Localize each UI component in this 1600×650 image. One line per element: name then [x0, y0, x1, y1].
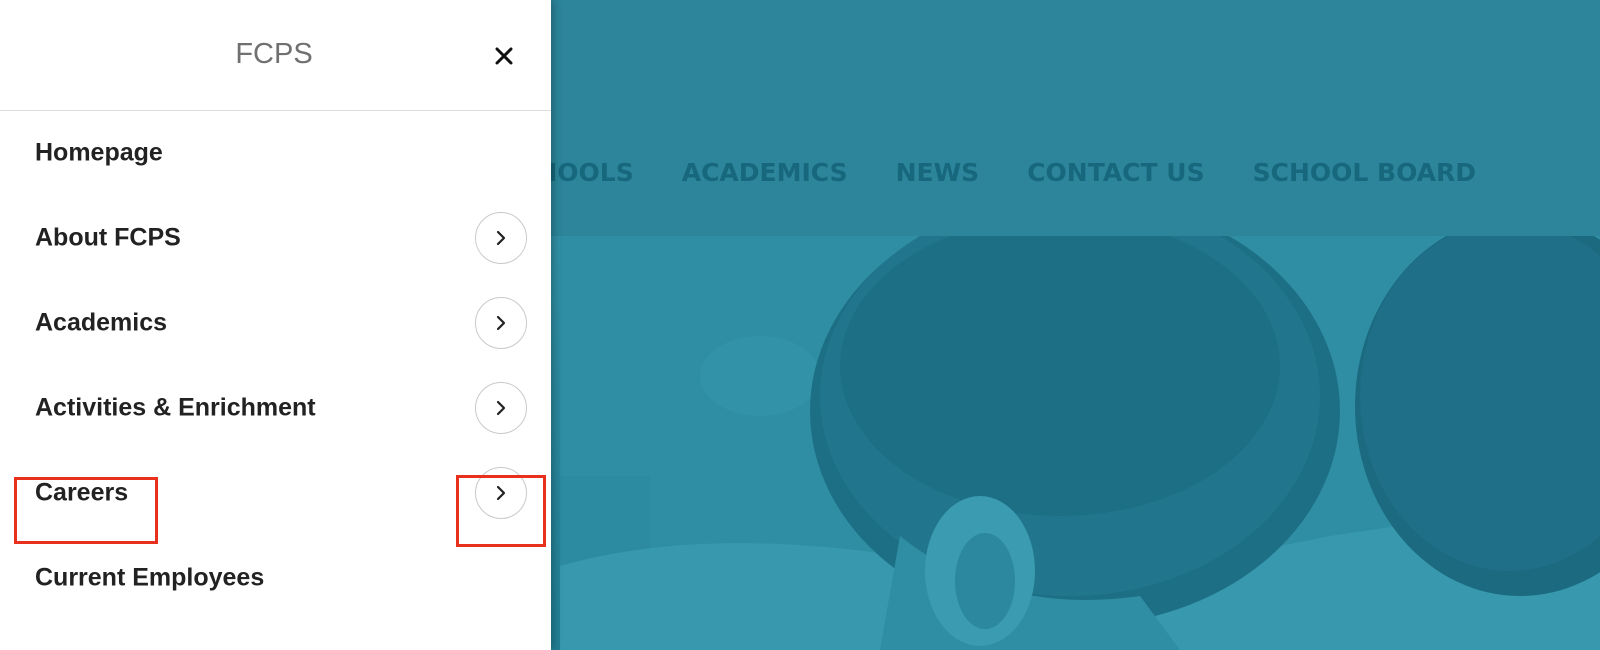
chevron-right-icon	[496, 315, 506, 330]
menu-item-careers[interactable]: Careers	[0, 450, 551, 535]
menu-item-label[interactable]: Activities & Enrichment	[35, 393, 316, 422]
menu-item-about-fcps[interactable]: About FCPS	[0, 195, 551, 280]
expand-careers-button[interactable]	[475, 466, 527, 519]
side-menu-drawer: FCPS Homepage About FCPS Academics Activ…	[0, 0, 551, 650]
expand-academics-button[interactable]	[475, 296, 527, 349]
menu-item-label[interactable]: Current Employees	[35, 563, 264, 592]
menu-item-current-employees[interactable]: Current Employees	[0, 535, 551, 620]
menu-item-homepage[interactable]: Homepage	[0, 110, 551, 195]
nav-link-school-board[interactable]: SCHOOL BOARD	[1253, 158, 1476, 187]
drawer-menu: Homepage About FCPS Academics Activities…	[0, 110, 551, 620]
chevron-right-icon	[496, 400, 506, 415]
menu-item-academics[interactable]: Academics	[0, 280, 551, 365]
close-button[interactable]	[488, 40, 520, 72]
nav-link-contact-us[interactable]: CONTACT US	[1027, 158, 1204, 187]
nav-link-academics[interactable]: ACADEMICS	[682, 158, 848, 187]
drawer-title: FCPS	[235, 38, 313, 70]
chevron-right-icon	[496, 485, 506, 500]
menu-item-label[interactable]: Careers	[35, 478, 128, 507]
menu-item-label[interactable]: About FCPS	[35, 223, 181, 252]
chevron-right-icon	[496, 230, 506, 245]
menu-item-label[interactable]: Academics	[35, 308, 167, 337]
nav-link-news[interactable]: NEWS	[896, 158, 980, 187]
drawer-header: FCPS	[0, 0, 551, 111]
expand-activities-enrichment-button[interactable]	[475, 381, 527, 434]
top-nav: SCHOOLS ACADEMICS NEWS CONTACT US SCHOOL…	[500, 152, 1524, 192]
close-icon	[495, 47, 513, 65]
menu-item-activities-enrichment[interactable]: Activities & Enrichment	[0, 365, 551, 450]
expand-about-fcps-button[interactable]	[475, 211, 527, 264]
menu-item-label[interactable]: Homepage	[35, 138, 163, 167]
page: SCHOOLS ACADEMICS NEWS CONTACT US SCHOOL…	[0, 0, 1600, 650]
